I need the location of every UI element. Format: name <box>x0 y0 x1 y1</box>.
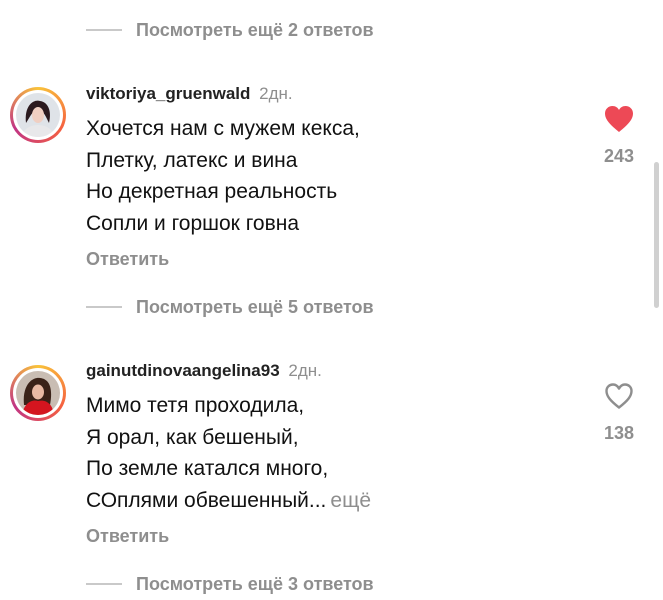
comment-text-last: СОплями обвешенный... <box>86 489 327 512</box>
comment-text-line: СОплями обвешенный... ещё <box>86 489 371 513</box>
divider-line <box>86 306 122 308</box>
view-more-replies-top[interactable]: Посмотреть ещё 2 ответов <box>86 18 374 42</box>
timestamp: 2дн. <box>288 361 322 380</box>
timestamp: 2дн. <box>259 84 293 103</box>
avatar[interactable] <box>10 87 66 143</box>
username[interactable]: gainutdinovaangelina93 <box>86 361 280 380</box>
avatar-photo <box>16 371 60 415</box>
comment-text-line: Мимо тетя проходила, <box>86 394 305 417</box>
comment-text-line: Я орал, как бешеный, <box>86 426 299 449</box>
comment-text-line: Хочется нам с мужем кекса, <box>86 117 360 140</box>
reply-button[interactable]: Ответить <box>86 526 169 547</box>
username[interactable]: viktoriya_gruenwald <box>86 84 250 103</box>
comment-text-line: Сопли и горшок говна <box>86 212 300 235</box>
comment-meta: gainutdinovaangelina93 2дн. <box>86 361 322 381</box>
comment-text-line: Но декретная реальность <box>86 180 338 203</box>
comment-meta: viktoriya_gruenwald 2дн. <box>86 84 293 104</box>
like-count: 243 <box>603 146 635 166</box>
view-more-replies-middle[interactable]: Посмотреть ещё 5 ответов <box>86 295 374 319</box>
heart-outline-icon[interactable] <box>603 381 635 411</box>
divider-line <box>86 583 122 585</box>
divider-line <box>86 29 122 31</box>
view-more-label: Посмотреть ещё 3 ответов <box>136 573 374 594</box>
scrollbar[interactable] <box>654 162 659 308</box>
reply-button[interactable]: Ответить <box>86 249 169 270</box>
avatar[interactable] <box>10 365 66 421</box>
heart-filled-icon[interactable] <box>603 104 635 134</box>
avatar-photo <box>16 93 60 137</box>
see-more-link[interactable]: ещё <box>330 489 371 512</box>
view-more-label: Посмотреть ещё 2 ответов <box>136 19 374 40</box>
view-more-label: Посмотреть ещё 5 ответов <box>136 296 374 317</box>
like-count: 138 <box>603 423 635 443</box>
comment-text-line: Плетку, латекс и вина <box>86 149 298 172</box>
view-more-replies-bottom[interactable]: Посмотреть ещё 3 ответов <box>86 572 374 596</box>
comment-text-line: По земле катался много, <box>86 457 329 480</box>
